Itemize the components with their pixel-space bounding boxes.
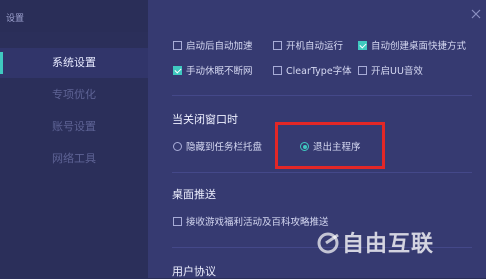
sleep-keep-network-checkbox[interactable]: 手动休眠不断网 <box>173 65 253 79</box>
auto-accelerate-checkbox[interactable]: 启动后自动加速 <box>173 40 253 54</box>
sidebar-item-label: 专项优化 <box>52 88 96 101</box>
cleartype-checkbox[interactable]: ClearType字体 <box>273 65 352 79</box>
checkbox-label: ClearType字体 <box>286 66 352 77</box>
sidebar-item-label: 账号设置 <box>52 120 96 133</box>
sidebar-item-special-optimization[interactable]: 专项优化 <box>0 80 148 110</box>
close-window-section-title: 当关闭窗口时 <box>172 113 238 126</box>
checkbox-box <box>173 217 182 226</box>
checkbox-label: 启动后自动加速 <box>186 41 253 52</box>
auto-start-checkbox[interactable]: 开机自动运行 <box>273 40 343 54</box>
checkbox-box <box>273 66 282 75</box>
checkbox-label: 自动创建桌面快捷方式 <box>371 41 467 52</box>
sidebar-item-network-tools[interactable]: 网络工具 <box>0 144 148 174</box>
checkbox-label: 开机自动运行 <box>286 41 344 52</box>
desktop-push-section-title: 桌面推送 <box>172 188 216 201</box>
checkbox-box <box>173 66 182 75</box>
user-agreement-section-title: 用户协议 <box>172 265 216 278</box>
highlight-box <box>275 122 385 169</box>
radio-dot <box>173 142 182 151</box>
sidebar-item-label: 系统设置 <box>52 56 96 69</box>
sidebar-item-label: 网络工具 <box>52 152 96 165</box>
receive-push-checkbox[interactable]: 接收游戏福利活动及百科攻略推送 <box>173 216 329 230</box>
checkbox-label: 接收游戏福利活动及百科攻略推送 <box>186 217 329 228</box>
checkbox-label: 手动休眠不断网 <box>186 66 253 77</box>
divider <box>172 95 472 96</box>
watermark-text: 自由互联 <box>342 232 435 257</box>
checkbox-label: 开启UU音效 <box>371 66 423 77</box>
checkbox-box <box>358 66 367 75</box>
sidebar-item-account-settings[interactable]: 账号设置 <box>0 112 148 142</box>
checkbox-box <box>173 41 182 50</box>
close-icon[interactable] <box>470 8 482 20</box>
window-title: 设置 <box>6 14 25 24</box>
radio-label: 隐藏到任务栏托盘 <box>186 142 263 153</box>
sidebar-item-system-settings[interactable]: 系统设置 <box>0 48 148 78</box>
divider <box>172 172 472 173</box>
checkbox-box <box>358 41 367 50</box>
desktop-shortcut-checkbox[interactable]: 自动创建桌面快捷方式 <box>358 40 466 54</box>
sidebar: 系统设置 专项优化 账号设置 网络工具 <box>0 32 148 278</box>
checkbox-box <box>273 41 282 50</box>
uu-sound-checkbox[interactable]: 开启UU音效 <box>358 65 423 79</box>
hide-to-tray-radio[interactable]: 隐藏到任务栏托盘 <box>173 141 262 155</box>
